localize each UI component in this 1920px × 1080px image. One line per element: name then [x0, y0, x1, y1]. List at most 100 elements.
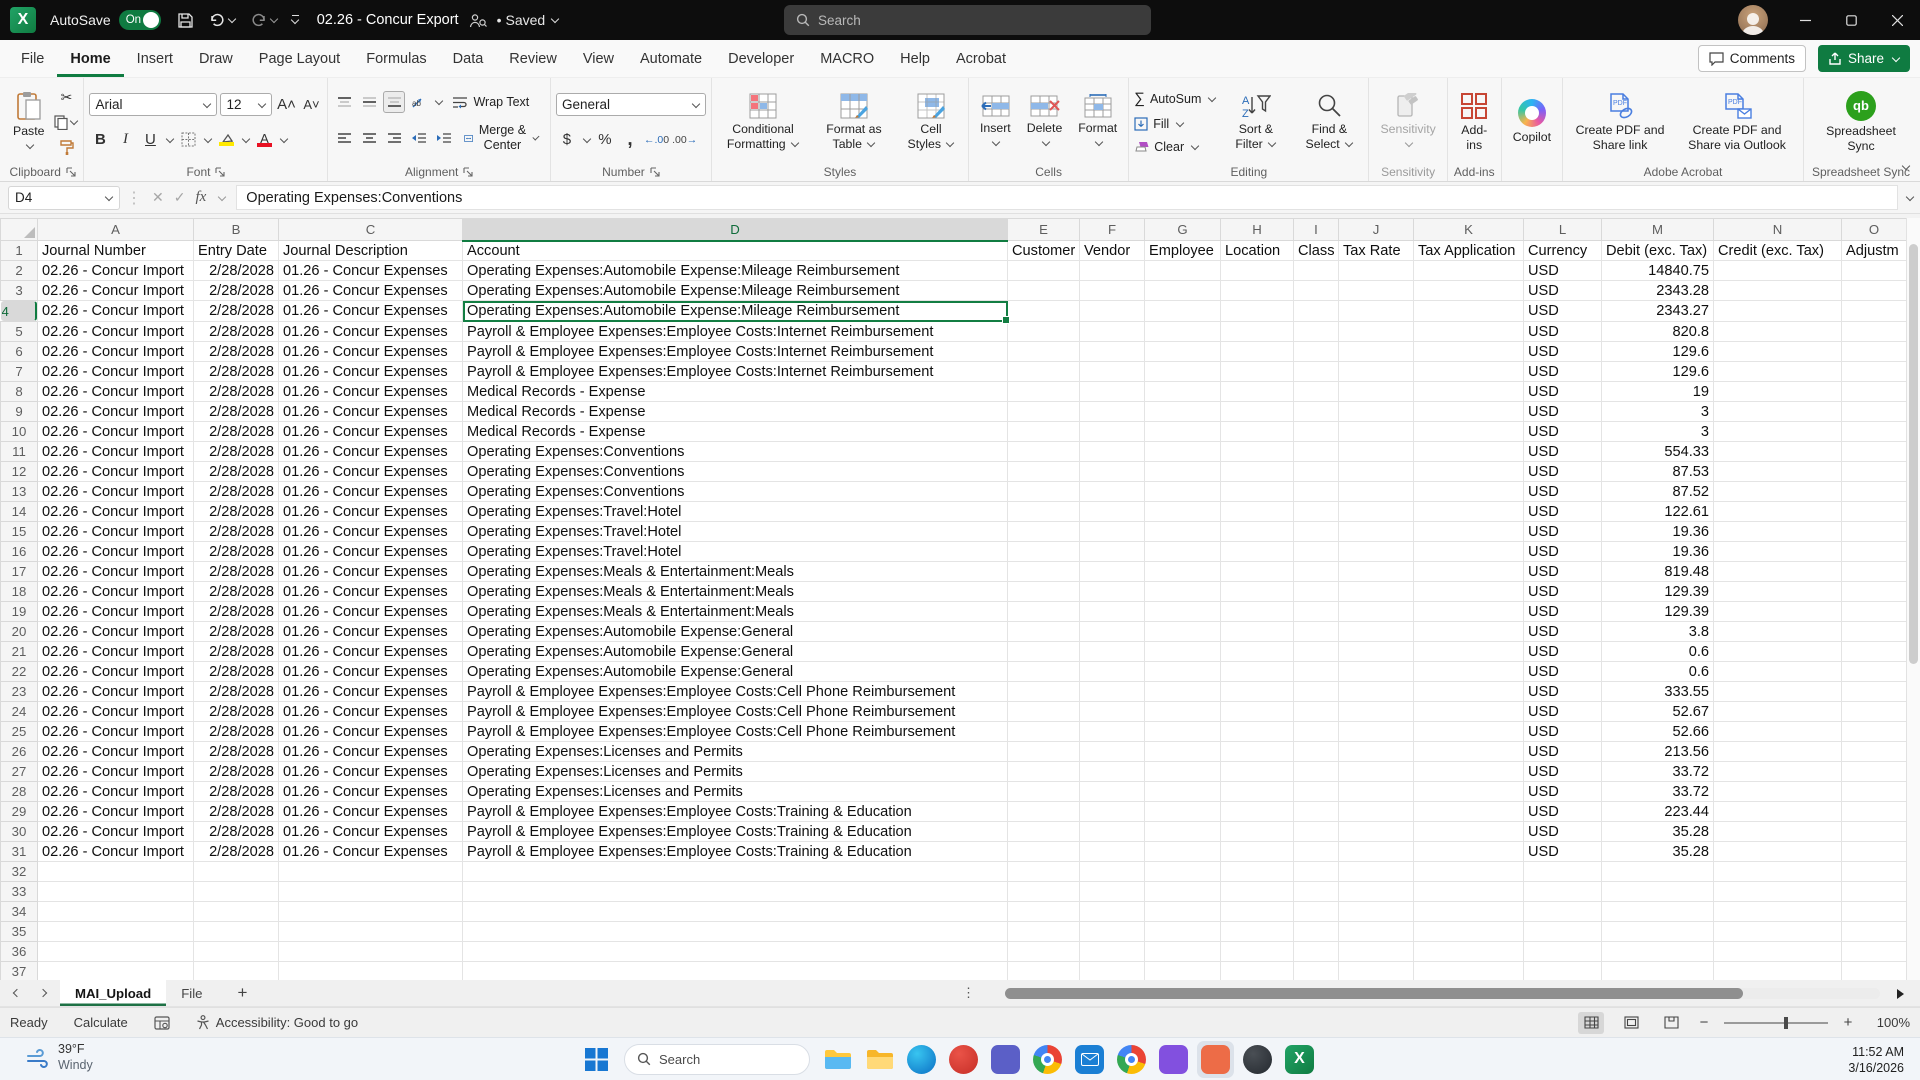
format-as-table-button[interactable]: Format as Table — [813, 84, 895, 160]
cell-B1[interactable]: Entry Date — [194, 241, 279, 261]
cell-A1[interactable]: Journal Number — [38, 241, 194, 261]
cell-C20[interactable]: 01.26 - Concur Expenses — [279, 622, 463, 642]
cell-J25[interactable] — [1339, 722, 1414, 742]
cell-G35[interactable] — [1145, 922, 1221, 942]
cell-O6[interactable] — [1842, 342, 1907, 362]
cell-I18[interactable] — [1294, 582, 1339, 602]
cell-A21[interactable]: 02.26 - Concur Import — [38, 642, 194, 662]
cell-E22[interactable] — [1008, 662, 1080, 682]
row-header-4[interactable]: 4 — [1, 301, 38, 321]
zoom-in-icon[interactable]: + — [1842, 1014, 1854, 1031]
cell-G24[interactable] — [1145, 702, 1221, 722]
row-header-18[interactable]: 18 — [1, 582, 38, 602]
cell-H11[interactable] — [1221, 442, 1294, 462]
cell-H28[interactable] — [1221, 782, 1294, 802]
cell-F5[interactable] — [1080, 322, 1145, 342]
cell-M11[interactable]: 554.33 — [1602, 442, 1714, 462]
maximize-button[interactable] — [1828, 0, 1874, 40]
cell-I36[interactable] — [1294, 942, 1339, 962]
cell-K28[interactable] — [1414, 782, 1524, 802]
cell-L32[interactable] — [1524, 862, 1602, 882]
cell-N11[interactable] — [1714, 442, 1842, 462]
horizontal-scrollbar[interactable] — [1005, 988, 1880, 999]
cell-C30[interactable]: 01.26 - Concur Expenses — [279, 822, 463, 842]
comments-button[interactable]: Comments — [1698, 45, 1806, 72]
cell-D9[interactable]: Medical Records - Expense — [463, 402, 1008, 422]
cell-H36[interactable] — [1221, 942, 1294, 962]
cell-N21[interactable] — [1714, 642, 1842, 662]
cell-F10[interactable] — [1080, 422, 1145, 442]
cell-O12[interactable] — [1842, 462, 1907, 482]
cell-J35[interactable] — [1339, 922, 1414, 942]
cell-N1[interactable]: Credit (exc. Tax) — [1714, 241, 1842, 261]
cell-A31[interactable]: 02.26 - Concur Import — [38, 842, 194, 862]
cell-I9[interactable] — [1294, 402, 1339, 422]
cell-O31[interactable] — [1842, 842, 1907, 862]
cell-F2[interactable] — [1080, 261, 1145, 281]
cell-H15[interactable] — [1221, 522, 1294, 542]
cell-H12[interactable] — [1221, 462, 1294, 482]
cell-L21[interactable]: USD — [1524, 642, 1602, 662]
taskbar-icon-excel[interactable]: X — [1281, 1041, 1318, 1078]
cell-D32[interactable] — [463, 862, 1008, 882]
cell-F37[interactable] — [1080, 962, 1145, 981]
cell-B20[interactable]: 2/28/2028 — [194, 622, 279, 642]
cell-D11[interactable]: Operating Expenses:Conventions — [463, 442, 1008, 462]
cell-A13[interactable]: 02.26 - Concur Import — [38, 482, 194, 502]
cell-A35[interactable] — [38, 922, 194, 942]
cell-F13[interactable] — [1080, 482, 1145, 502]
cell-A15[interactable]: 02.26 - Concur Import — [38, 522, 194, 542]
cell-J13[interactable] — [1339, 482, 1414, 502]
autosum-button[interactable]: ∑AutoSum — [1134, 90, 1216, 107]
column-header-G[interactable]: G — [1145, 219, 1221, 241]
row-header-9[interactable]: 9 — [1, 402, 38, 422]
column-header-F[interactable]: F — [1080, 219, 1145, 241]
row-header-34[interactable]: 34 — [1, 902, 38, 922]
cell-J31[interactable] — [1339, 842, 1414, 862]
row-header-22[interactable]: 22 — [1, 662, 38, 682]
cell-A23[interactable]: 02.26 - Concur Import — [38, 682, 194, 702]
cell-I34[interactable] — [1294, 902, 1339, 922]
cell-K22[interactable] — [1414, 662, 1524, 682]
cell-N31[interactable] — [1714, 842, 1842, 862]
cell-O16[interactable] — [1842, 542, 1907, 562]
row-header-37[interactable]: 37 — [1, 962, 38, 981]
undo-button[interactable] — [208, 13, 236, 28]
cell-E12[interactable] — [1008, 462, 1080, 482]
spreadsheet-sync-button[interactable]: qb Spreadsheet Sync — [1809, 84, 1913, 160]
new-sheet-button[interactable]: + — [217, 980, 267, 1006]
cell-A6[interactable]: 02.26 - Concur Import — [38, 342, 194, 362]
font-size-select[interactable]: 12 — [220, 93, 272, 116]
cell-D1[interactable]: Account — [463, 241, 1008, 261]
cell-J5[interactable] — [1339, 322, 1414, 342]
cell-M34[interactable] — [1602, 902, 1714, 922]
row-header-16[interactable]: 16 — [1, 542, 38, 562]
vertical-scrollbar[interactable] — [1906, 218, 1920, 980]
cell-H5[interactable] — [1221, 322, 1294, 342]
cell-N15[interactable] — [1714, 522, 1842, 542]
cell-M3[interactable]: 2343.28 — [1602, 281, 1714, 301]
cell-O36[interactable] — [1842, 942, 1907, 962]
customize-qat-icon[interactable] — [292, 15, 299, 25]
merge-center-button[interactable]: Merge & Center — [458, 123, 545, 153]
cell-A32[interactable] — [38, 862, 194, 882]
cell-K27[interactable] — [1414, 762, 1524, 782]
cell-M7[interactable]: 129.6 — [1602, 362, 1714, 382]
cell-M4[interactable]: 2343.27 — [1602, 301, 1714, 322]
column-header-K[interactable]: K — [1414, 219, 1524, 241]
autosave-toggle[interactable]: On — [119, 10, 161, 30]
cell-M36[interactable] — [1602, 942, 1714, 962]
cell-M12[interactable]: 87.53 — [1602, 462, 1714, 482]
cell-E20[interactable] — [1008, 622, 1080, 642]
cell-J30[interactable] — [1339, 822, 1414, 842]
cell-I13[interactable] — [1294, 482, 1339, 502]
cell-F16[interactable] — [1080, 542, 1145, 562]
cell-M28[interactable]: 33.72 — [1602, 782, 1714, 802]
cell-O26[interactable] — [1842, 742, 1907, 762]
cell-K9[interactable] — [1414, 402, 1524, 422]
cell-I33[interactable] — [1294, 882, 1339, 902]
cell-H2[interactable] — [1221, 261, 1294, 281]
cell-O30[interactable] — [1842, 822, 1907, 842]
cell-B14[interactable]: 2/28/2028 — [194, 502, 279, 522]
cell-L13[interactable]: USD — [1524, 482, 1602, 502]
